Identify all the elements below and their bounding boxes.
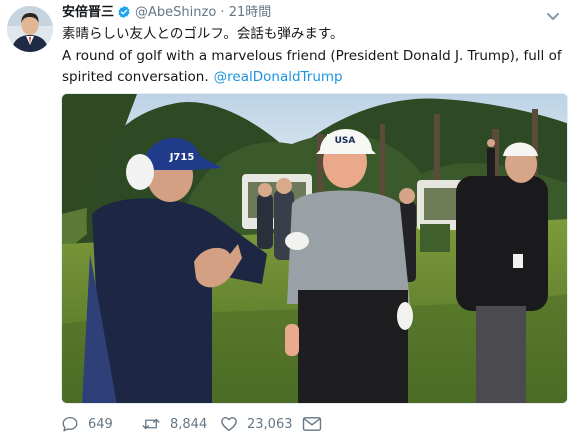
heart-icon <box>221 417 237 432</box>
tweet-header: 安倍晋三 @AbeShinzo · 21時間 <box>62 4 562 24</box>
like-count: 23,063 <box>247 416 293 432</box>
like-button[interactable]: 23,063 <box>220 414 293 434</box>
tweet-text: 素晴らしい友人とのゴルフ。会話も弾みます。 A round of golf wi… <box>62 24 562 88</box>
tweet-timestamp[interactable]: 21時間 <box>229 5 272 20</box>
tweet-photo[interactable]: USA J715 <box>61 93 568 404</box>
direct-message-button[interactable] <box>302 414 331 434</box>
tweet-actions: 649 8,844 23,063 <box>61 412 561 436</box>
tweet: 安倍晋三 @AbeShinzo · 21時間 素晴らしい友人とのゴルフ。会話も弾み… <box>0 0 572 440</box>
retweet-button[interactable]: 8,844 <box>141 414 207 434</box>
chevron-down-icon[interactable] <box>546 7 560 20</box>
retweet-icon <box>142 418 160 430</box>
cap-text-j715: J715 <box>169 152 195 163</box>
reply-icon <box>62 416 78 432</box>
author-name[interactable]: 安倍晋三 <box>62 5 114 20</box>
verified-badge-icon <box>117 5 131 25</box>
avatar[interactable] <box>7 6 53 52</box>
reply-count: 649 <box>88 416 113 432</box>
golf-course-photo: USA J715 <box>62 94 567 403</box>
separator-dot: · <box>220 5 225 20</box>
tweet-text-japanese: 素晴らしい友人とのゴルフ。会話も弾みます。 <box>62 26 344 42</box>
retweet-count: 8,844 <box>170 416 208 432</box>
direct-message-icon <box>302 417 322 431</box>
mention-link[interactable]: @realDonaldTrump <box>214 69 343 85</box>
author-handle[interactable]: @AbeShinzo <box>135 5 216 20</box>
reply-button[interactable]: 649 <box>61 414 113 434</box>
cap-text-usa: USA <box>335 136 356 146</box>
